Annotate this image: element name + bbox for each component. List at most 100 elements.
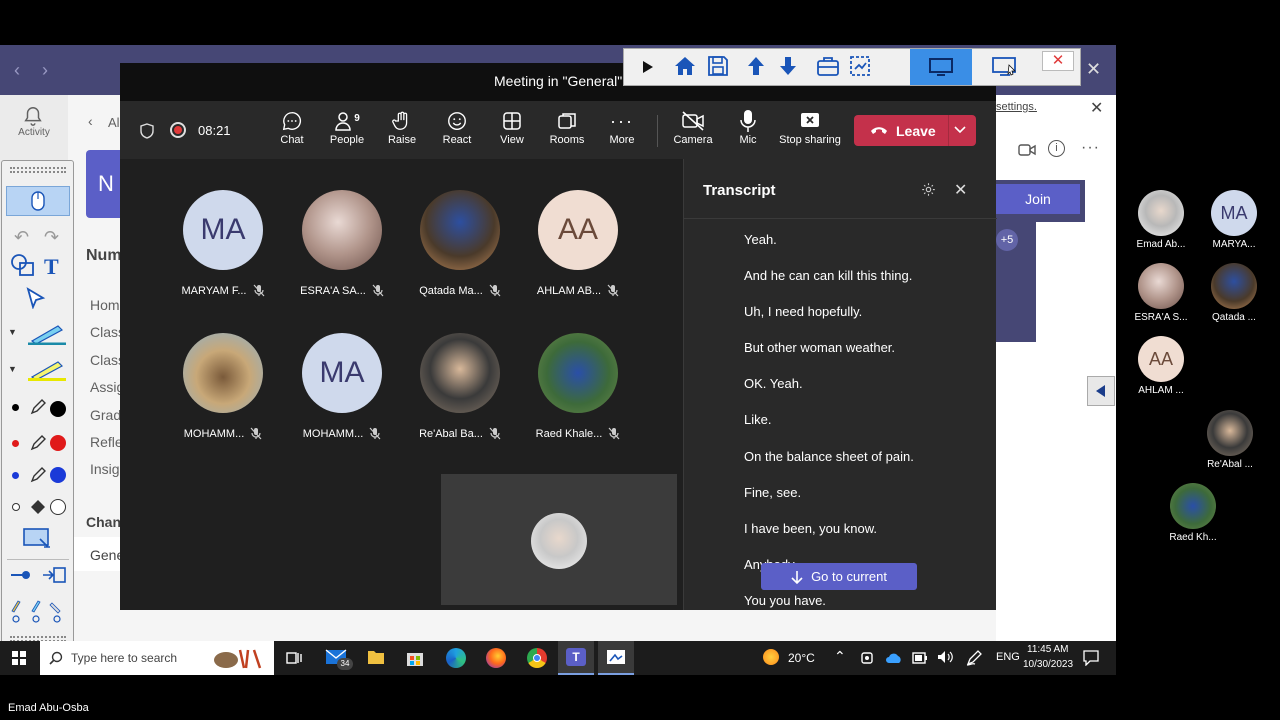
small-black-dot[interactable] (12, 404, 19, 411)
mic-button[interactable]: Mic (720, 108, 776, 146)
back-chevron-icon[interactable]: ‹ (88, 113, 93, 129)
weather-sun-icon[interactable] (763, 649, 779, 665)
small-eraser-dot[interactable] (12, 503, 20, 511)
leave-button[interactable]: Leave (854, 115, 976, 146)
undo-icon[interactable]: ↶ (14, 227, 29, 248)
forward-arrow-icon[interactable]: › (42, 60, 48, 81)
onedrive-cloud-icon[interactable] (885, 652, 903, 664)
large-blue-dot[interactable] (50, 467, 66, 483)
bell-icon[interactable] (22, 105, 44, 127)
pencil-blue-icon[interactable] (30, 467, 46, 483)
firefox-icon[interactable] (486, 648, 506, 668)
highlighter-tool-icon[interactable] (28, 359, 66, 381)
small-red-dot[interactable] (12, 440, 19, 447)
pin-icon[interactable] (10, 569, 32, 581)
stop-sharing-button[interactable]: Stop sharing (776, 108, 844, 146)
chat-button[interactable]: Chat (264, 108, 320, 146)
capture-icon[interactable] (849, 55, 871, 77)
whiteboard-icon[interactable] (22, 527, 52, 551)
info-icon[interactable]: i (1048, 140, 1065, 157)
pen-workspace-icon[interactable] (966, 650, 982, 666)
select-arrow-icon[interactable] (26, 287, 46, 309)
large-eraser-dot[interactable] (50, 499, 66, 515)
nav-reflect[interactable]: Refle (90, 434, 123, 450)
chevron-down-icon[interactable] (954, 126, 966, 134)
meet-now-icon[interactable] (860, 651, 874, 665)
home-icon[interactable] (674, 55, 696, 77)
edge-browser-icon[interactable] (446, 648, 466, 668)
participant-tile[interactable]: Raed Khale... (523, 333, 633, 440)
raise-hand-button[interactable]: Raise (374, 108, 430, 146)
window-close-icon[interactable]: ✕ (1086, 59, 1101, 80)
windows-start-icon[interactable] (12, 651, 26, 665)
participant-tile[interactable]: ESRA'A SA... (287, 190, 397, 297)
react-button[interactable]: React (429, 108, 485, 146)
go-to-current-button[interactable]: Go to current (761, 563, 917, 590)
chrome-icon[interactable] (527, 648, 547, 668)
gallery-participant[interactable]: Qatada ... (1202, 263, 1266, 323)
video-icon[interactable] (1018, 143, 1036, 157)
rooms-button[interactable]: Rooms (539, 108, 595, 146)
toolbox-icon[interactable] (816, 55, 840, 77)
gallery-participant[interactable]: Re'Abal ... (1198, 410, 1262, 470)
back-arrow-icon[interactable]: ‹ (14, 60, 20, 81)
gallery-participant[interactable]: MA MARYA... (1202, 190, 1266, 250)
play-icon[interactable] (642, 60, 654, 74)
taskbar-search-box[interactable]: Type here to search (40, 641, 274, 675)
pen-tool-icon[interactable] (28, 323, 66, 345)
self-view-tile[interactable] (441, 474, 677, 605)
camera-button[interactable]: Camera (665, 108, 721, 146)
arrow-down-icon[interactable] (779, 56, 797, 76)
pencil-black-icon[interactable] (30, 399, 46, 415)
window-mode-icon[interactable] (992, 57, 1018, 77)
mouse-pointer-tool[interactable] (6, 186, 70, 216)
close-toolbar-button[interactable]: ✕ (1042, 51, 1074, 71)
banner-close-icon[interactable]: ✕ (1090, 98, 1103, 118)
dropdown-arrow-icon[interactable]: ▼ (8, 327, 17, 337)
more-button[interactable]: ··· More (594, 108, 650, 147)
battery-icon[interactable] (912, 652, 928, 664)
more-options-icon[interactable]: ··· (1081, 139, 1100, 157)
participant-tile[interactable]: Re'Abal Ba... (405, 333, 515, 440)
dock-icon[interactable] (42, 567, 66, 583)
view-button[interactable]: View (484, 108, 540, 146)
gallery-participant[interactable]: Raed Kh... (1161, 483, 1225, 543)
shapes-icon[interactable] (10, 253, 36, 277)
volume-icon[interactable] (937, 650, 953, 664)
file-explorer-icon[interactable] (367, 649, 385, 665)
teams-taskbar-item[interactable]: T (558, 641, 594, 675)
arrow-up-icon[interactable] (747, 56, 765, 76)
participant-tile[interactable]: MA MARYAM F... (168, 190, 278, 297)
close-icon[interactable]: ✕ (954, 180, 967, 200)
settings-link[interactable]: settings. (996, 101, 1037, 113)
eraser-icon[interactable] (30, 499, 46, 515)
participant-tile[interactable]: Qatada Ma... (405, 190, 515, 297)
small-blue-dot[interactable] (12, 472, 19, 479)
people-button[interactable]: 9 People (319, 108, 375, 146)
join-button[interactable]: Join (996, 184, 1080, 214)
notification-icon[interactable] (1083, 650, 1099, 666)
nav-insights[interactable]: Insig (90, 461, 120, 477)
annotation-app-taskbar-item[interactable] (598, 641, 634, 675)
text-tool-icon[interactable]: T (44, 254, 59, 280)
clock-time[interactable]: 11:45 AM (1027, 644, 1069, 655)
save-icon[interactable] (708, 56, 728, 76)
weather-temp[interactable]: 20°C (788, 651, 815, 665)
redo-icon[interactable]: ↷ (44, 227, 59, 248)
gear-icon[interactable] (921, 182, 936, 197)
pencil-red-icon[interactable] (30, 435, 46, 451)
dropdown-arrow-icon[interactable]: ▼ (8, 364, 17, 374)
clock-date[interactable]: 10/30/2023 (1023, 659, 1073, 670)
large-red-dot[interactable] (50, 435, 66, 451)
language-indicator[interactable]: ENG (996, 651, 1020, 663)
chevron-up-icon[interactable]: ⌃ (834, 648, 846, 665)
nav-home[interactable]: Hom (90, 297, 120, 313)
task-view-icon[interactable] (286, 650, 302, 666)
pen-presets-icon[interactable] (8, 599, 68, 623)
gallery-participant[interactable]: AA AHLAM ... (1129, 336, 1193, 396)
gallery-participant[interactable]: Emad Ab... (1129, 190, 1193, 250)
grip-handle[interactable] (10, 167, 66, 173)
participant-tile[interactable]: MOHAMM... (168, 333, 278, 440)
nav-grades[interactable]: Grad (90, 407, 121, 423)
screen-mode-button[interactable] (910, 49, 972, 85)
